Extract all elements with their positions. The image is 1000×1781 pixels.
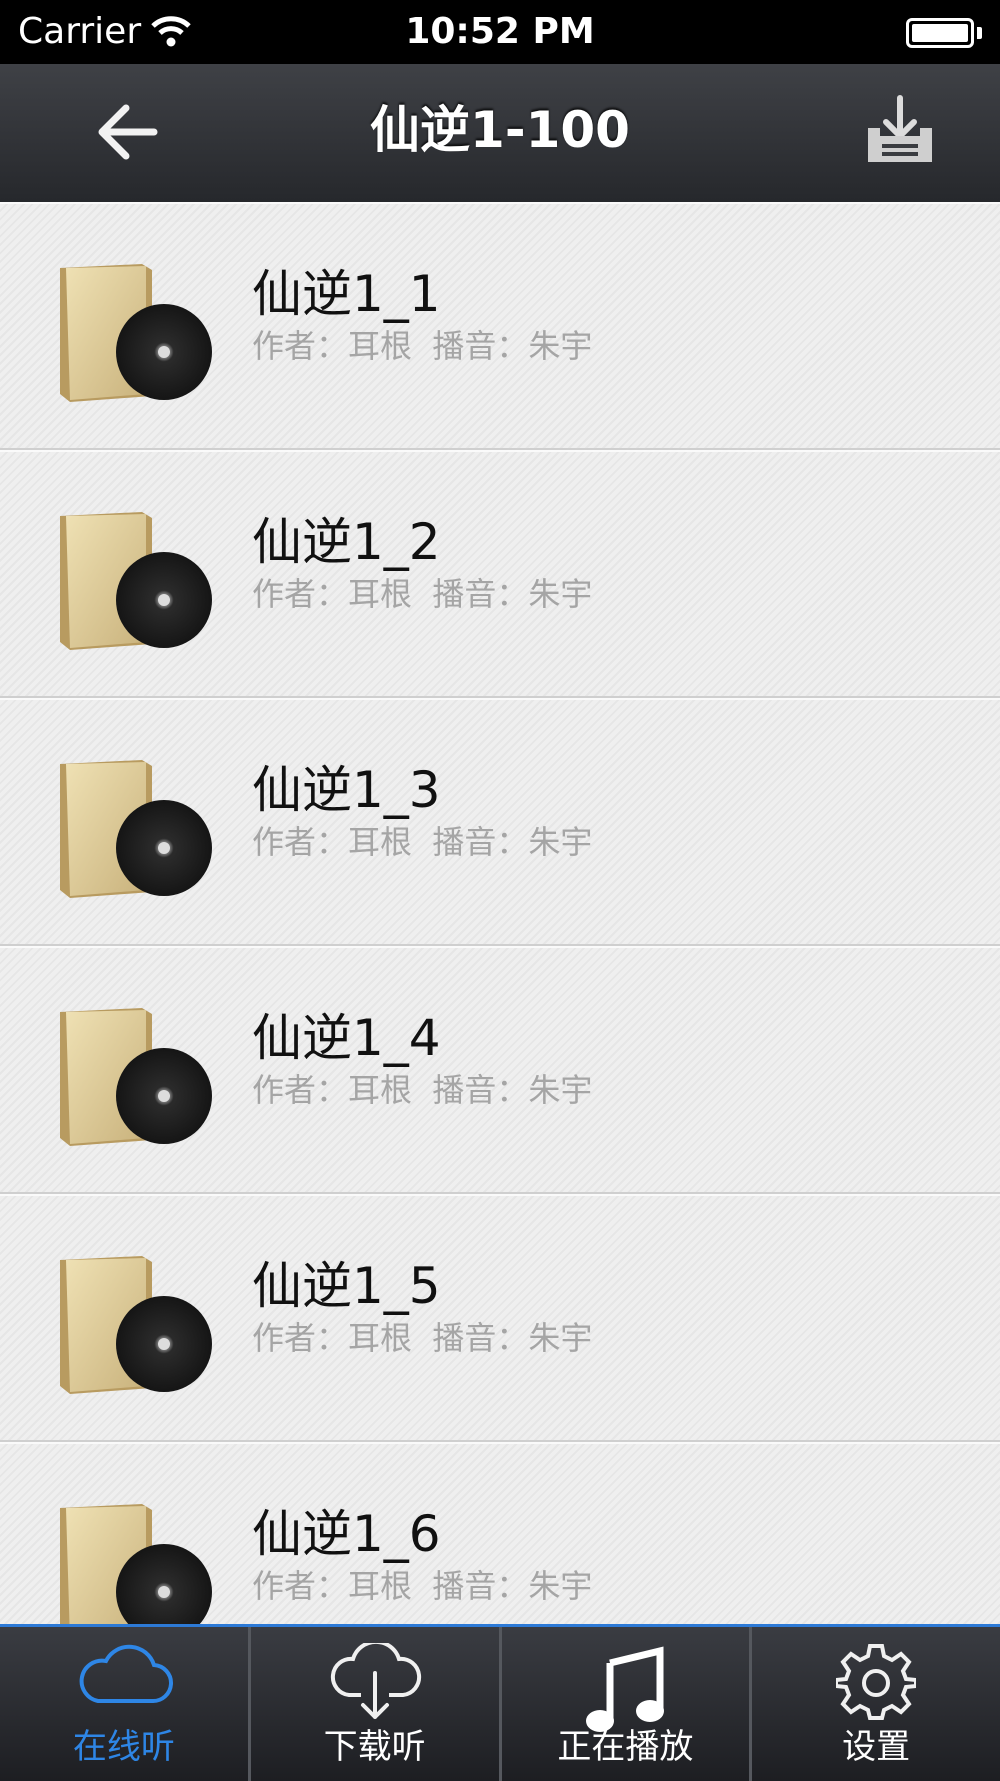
tab-online-listen[interactable]: 在线听 [0,1627,251,1781]
list-item[interactable]: 仙逆1_6 作者：耳根 播音：朱宇 [0,1442,1000,1624]
status-bar: Carrier 10:52 PM [0,0,1000,64]
tab-now-playing[interactable]: 正在播放 [502,1627,753,1781]
episode-title: 仙逆1_1 [252,265,441,323]
episode-meta: 作者：耳根 播音：朱宇 [252,1071,593,1109]
audiobook-cover-icon [60,760,212,898]
episode-title: 仙逆1_2 [252,513,441,571]
episode-title: 仙逆1_6 [252,1505,441,1563]
tab-label: 设置 [842,1727,911,1767]
episode-title: 仙逆1_3 [252,761,441,819]
episode-meta: 作者：耳根 播音：朱宇 [252,575,593,613]
episode-title: 仙逆1_4 [252,1009,441,1067]
battery-icon [906,18,974,48]
episode-meta: 作者：耳根 播音：朱宇 [252,823,593,861]
list-item[interactable]: 仙逆1_1 作者：耳根 播音：朱宇 [0,202,1000,450]
tab-bar: 在线听 下载听 正在播放 设置 [0,1624,1000,1781]
navigation-bar: 仙逆1-100 [0,64,1000,204]
list-item[interactable]: 仙逆1_2 作者：耳根 播音：朱宇 [0,450,1000,698]
episode-title: 仙逆1_5 [252,1257,441,1315]
music-note-icon [586,1646,665,1732]
tab-label: 下载听 [323,1727,426,1767]
tab-label: 在线听 [72,1727,175,1767]
list-item[interactable]: 仙逆1_3 作者：耳根 播音：朱宇 [0,698,1000,946]
episode-meta: 作者：耳根 播音：朱宇 [252,327,593,365]
episode-meta: 作者：耳根 播音：朱宇 [252,1319,593,1357]
tab-settings[interactable]: 设置 [752,1627,1000,1781]
episode-meta: 作者：耳根 播音：朱宇 [252,1567,593,1605]
audiobook-cover-icon [60,264,212,402]
download-tray-icon[interactable] [860,92,940,172]
cloud-download-icon [330,1643,421,1719]
audiobook-cover-icon [60,1256,212,1394]
audiobook-cover-icon [60,1008,212,1146]
battery-tip [977,27,982,39]
tab-download-listen[interactable]: 下载听 [251,1627,502,1781]
cloud-icon [79,1644,173,1704]
list-item[interactable]: 仙逆1_5 作者：耳根 播音：朱宇 [0,1194,1000,1442]
gear-icon [836,1644,917,1720]
audiobook-cover-icon [60,1504,212,1624]
page-title: 仙逆1-100 [370,101,630,159]
episode-list[interactable]: 仙逆1_1 作者：耳根 播音：朱宇 仙逆1_2 作者：耳根 播音：朱宇 仙逆1_… [0,202,1000,1624]
tab-label: 正在播放 [557,1727,694,1767]
list-item[interactable]: 仙逆1_4 作者：耳根 播音：朱宇 [0,946,1000,1194]
audiobook-cover-icon [60,512,212,650]
clock: 10:52 PM [405,11,595,52]
